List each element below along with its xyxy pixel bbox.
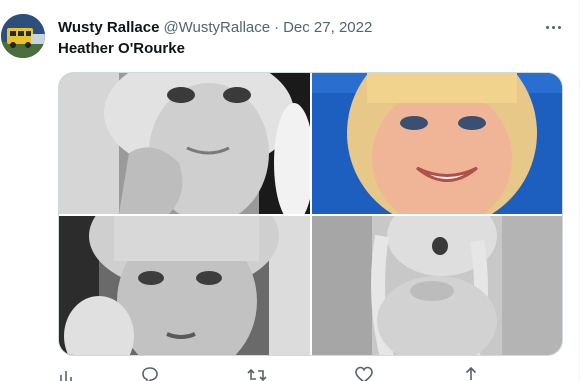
photo-2[interactable]	[312, 73, 562, 214]
action-bar	[58, 366, 538, 381]
retweet-icon[interactable]	[247, 366, 267, 381]
separator-dot: ·	[274, 18, 280, 36]
photo-4[interactable]	[312, 216, 562, 355]
analytics-icon[interactable]	[58, 366, 78, 381]
tweet-header: Wusty Rallace @WustyRallace · Dec 27, 20…	[58, 17, 372, 37]
photo-3[interactable]	[59, 216, 310, 355]
tweet-text: Heather O'Rourke	[58, 40, 185, 57]
user-handle[interactable]: @WustyRallace	[163, 19, 270, 36]
more-icon[interactable]	[538, 14, 568, 40]
like-icon[interactable]	[355, 366, 375, 381]
photo-1[interactable]	[59, 73, 310, 214]
reply-icon[interactable]	[141, 366, 161, 381]
media-grid	[58, 72, 563, 356]
display-name[interactable]: Wusty Rallace	[58, 19, 159, 36]
avatar[interactable]	[1, 14, 45, 58]
tweet[interactable]: Wusty Rallace @WustyRallace · Dec 27, 20…	[0, 0, 580, 381]
share-icon[interactable]	[462, 366, 482, 381]
timestamp[interactable]: Dec 27, 2022	[283, 19, 372, 36]
